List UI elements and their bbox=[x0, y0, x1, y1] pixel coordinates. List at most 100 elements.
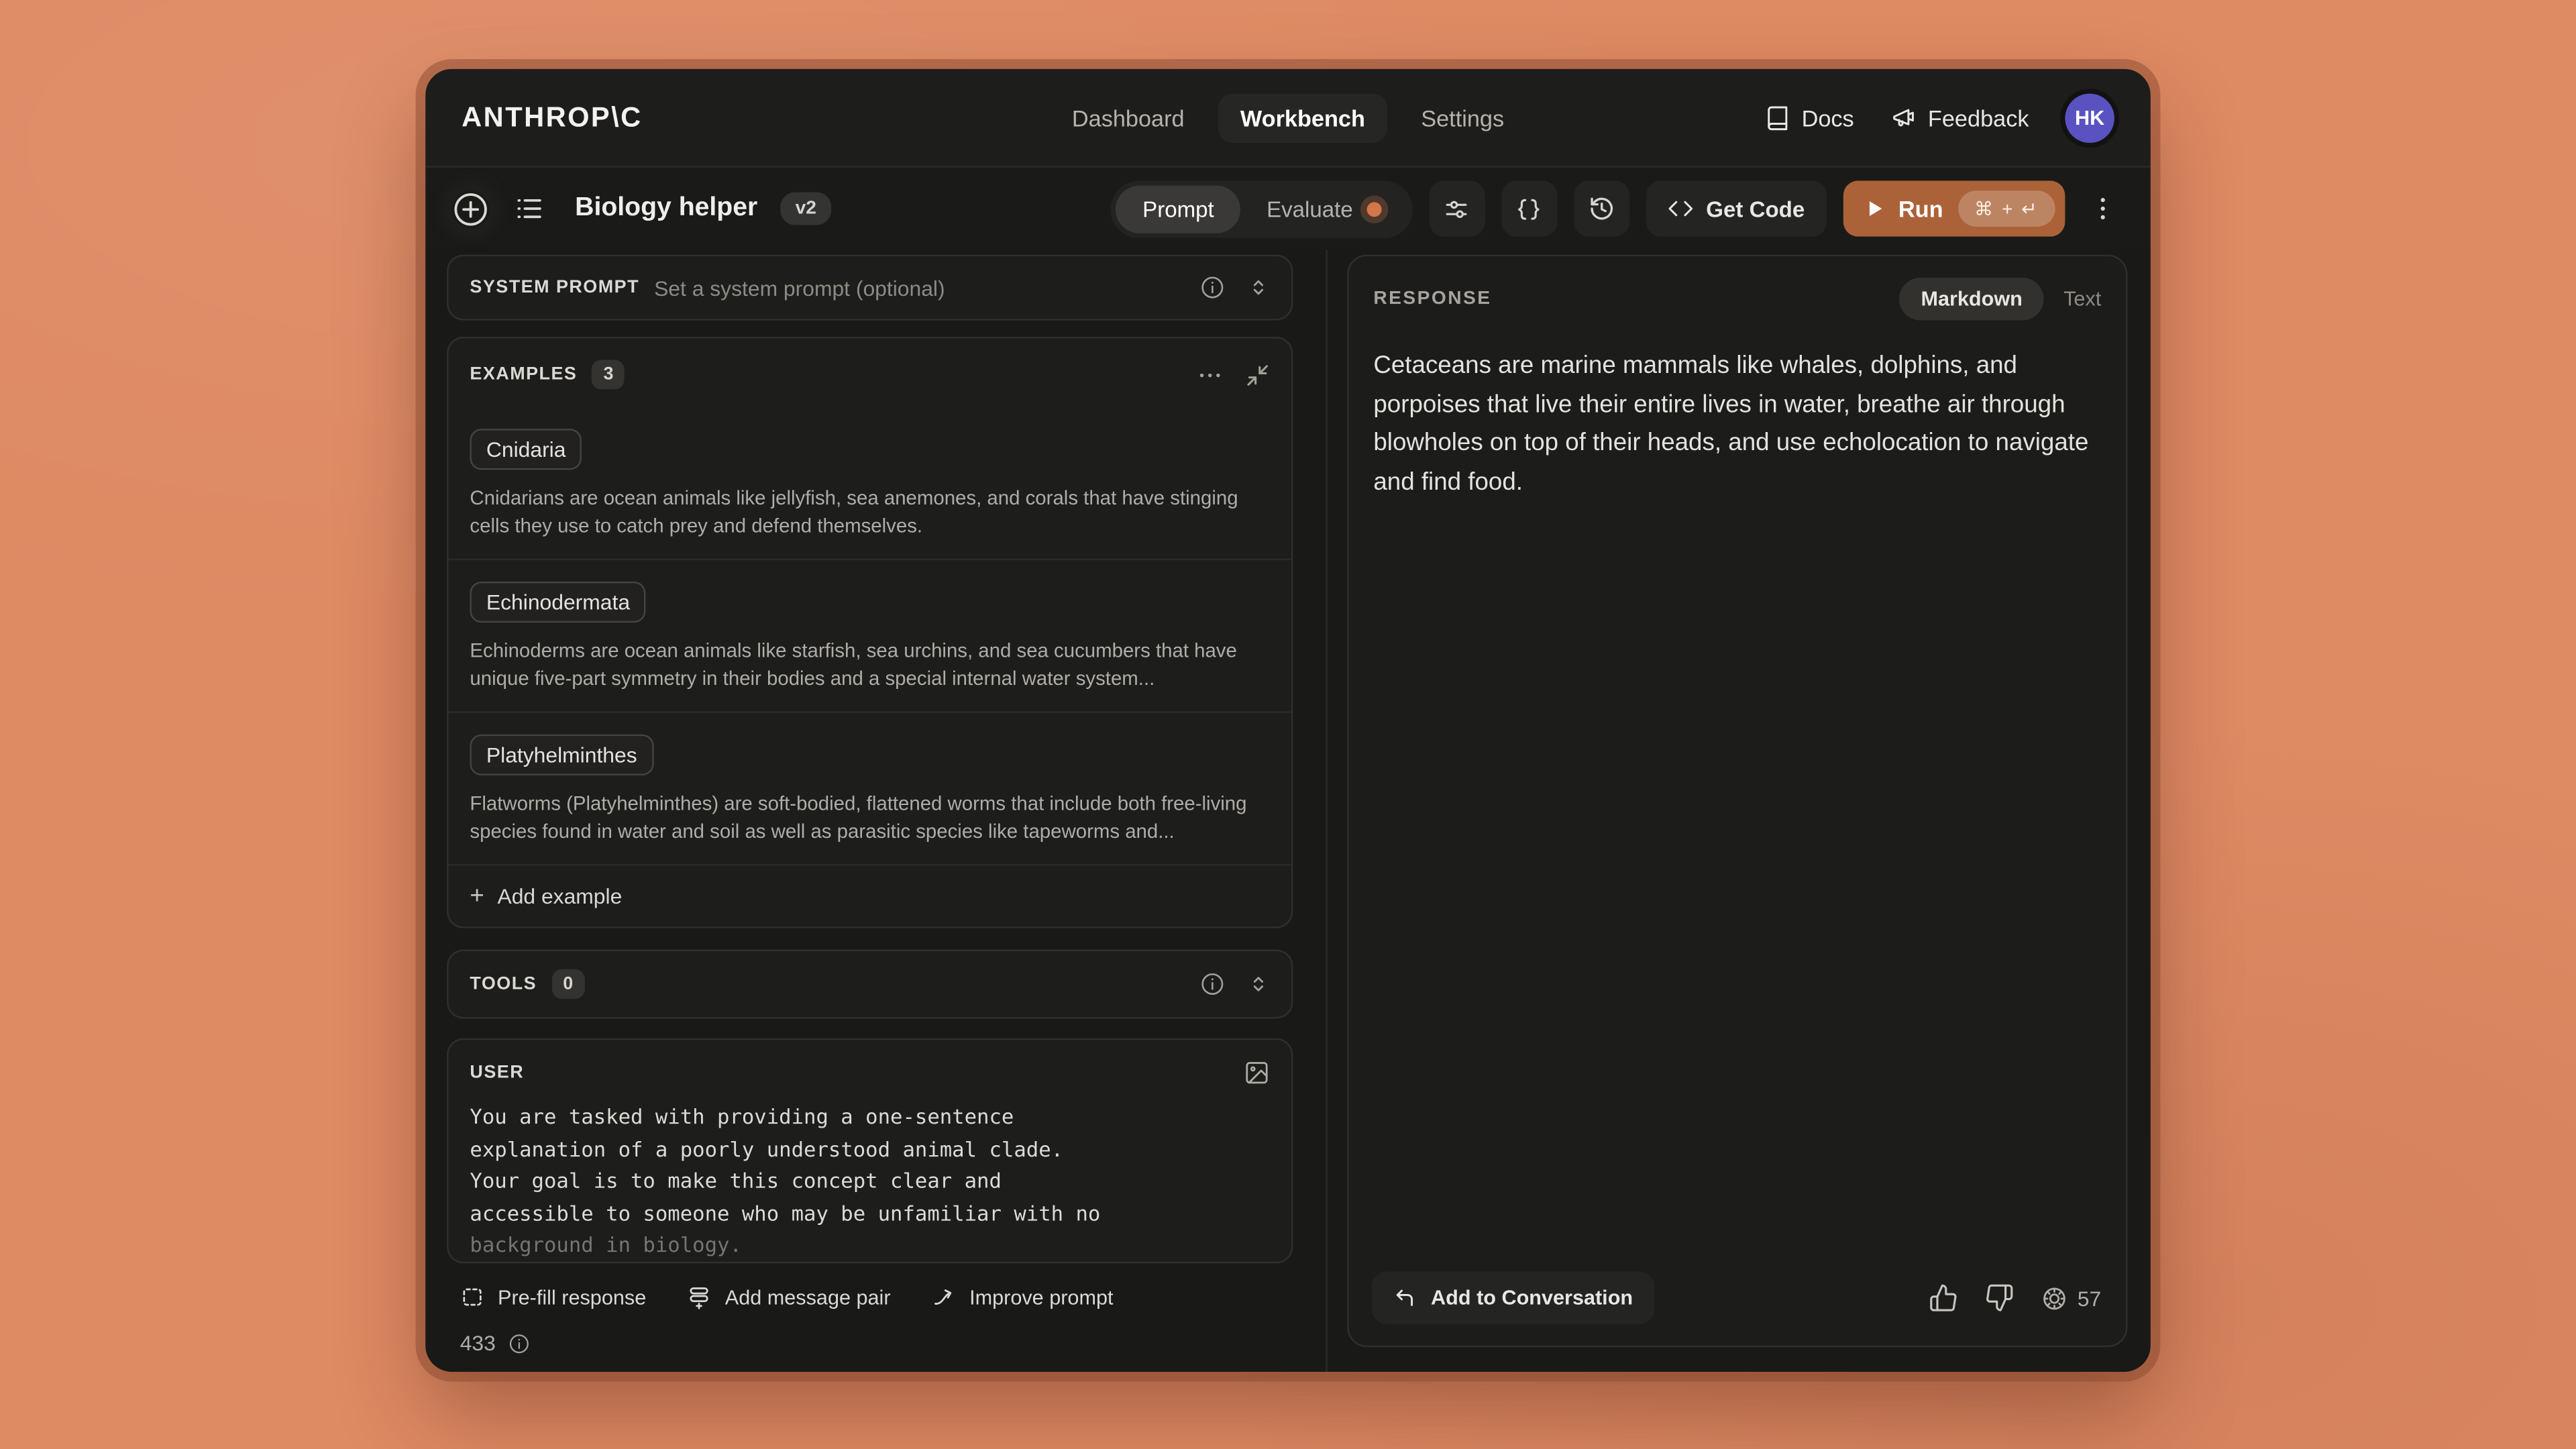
user-text-line: explanation of a poorly understood anima… bbox=[470, 1133, 1270, 1165]
system-prompt-label: SYSTEM PROMPT bbox=[470, 278, 639, 297]
prompt-token-row: 433 bbox=[447, 1331, 1293, 1356]
top-bar: ANTHROP\C Dashboard Workbench Settings D… bbox=[425, 69, 2150, 168]
response-header: RESPONSE Markdown Text bbox=[1373, 278, 2101, 321]
info-icon[interactable] bbox=[1199, 274, 1226, 301]
image-icon[interactable] bbox=[1244, 1060, 1270, 1086]
docs-link[interactable]: Docs bbox=[1764, 105, 1854, 131]
system-prompt-placeholder[interactable]: Set a system prompt (optional) bbox=[654, 275, 945, 300]
expand-icon[interactable] bbox=[1247, 276, 1270, 299]
history-button[interactable] bbox=[1573, 180, 1629, 236]
avatar[interactable]: HK bbox=[2065, 93, 2114, 142]
examples-count-badge: 3 bbox=[592, 360, 625, 389]
feedback-link[interactable]: Feedback bbox=[1890, 105, 2029, 131]
primary-nav: Dashboard Workbench Settings bbox=[1049, 93, 1527, 142]
view-text-button[interactable]: Text bbox=[2063, 288, 2101, 311]
workbench-content: SYSTEM PROMPT Set a system prompt (optio… bbox=[425, 250, 2150, 1372]
prompt-list-icon[interactable] bbox=[513, 193, 545, 225]
response-card: RESPONSE Markdown Text Cetaceans are mar… bbox=[1347, 255, 2127, 1348]
run-label: Run bbox=[1898, 195, 1943, 221]
response-label: RESPONSE bbox=[1373, 289, 1491, 309]
user-message-header: USER bbox=[470, 1060, 1270, 1086]
new-prompt-button[interactable] bbox=[451, 190, 489, 227]
history-icon bbox=[1587, 194, 1616, 223]
selection-box-icon bbox=[460, 1285, 485, 1309]
tab-evaluate[interactable]: Evaluate bbox=[1240, 185, 1407, 233]
nav-workbench[interactable]: Workbench bbox=[1218, 93, 1389, 142]
prompt-token-count: 433 bbox=[460, 1331, 496, 1356]
code-icon bbox=[1667, 195, 1693, 221]
user-text-line: background in biology. bbox=[470, 1229, 1270, 1261]
examples-actions bbox=[1196, 361, 1270, 389]
add-to-conversation-button[interactable]: Add to Conversation bbox=[1372, 1272, 1654, 1324]
system-prompt-actions bbox=[1199, 274, 1270, 301]
prompt-footer: Pre-fill response Add message pair Impro… bbox=[447, 1285, 1293, 1309]
variables-button[interactable] bbox=[1501, 180, 1556, 236]
example-item[interactable]: Cnidaria Cnidarians are ocean animals li… bbox=[449, 407, 1291, 558]
tools-label: TOOLS bbox=[470, 974, 537, 994]
message-pair-icon bbox=[687, 1285, 712, 1309]
prompt-title[interactable]: Biology helper bbox=[575, 194, 757, 223]
examples-label: EXAMPLES bbox=[470, 365, 577, 384]
prompt-pane: SYSTEM PROMPT Set a system prompt (optio… bbox=[425, 250, 1327, 1372]
workbench-toolbar: Biology helper v2 Prompt Evaluate bbox=[425, 168, 2150, 250]
example-chip[interactable]: Platyhelminthes bbox=[470, 735, 653, 775]
expand-icon[interactable] bbox=[1247, 973, 1270, 996]
user-message-card[interactable]: USER You are tasked with providing a one… bbox=[447, 1038, 1293, 1264]
sliders-icon bbox=[1442, 195, 1470, 223]
thumbs-down-icon[interactable] bbox=[1984, 1283, 2013, 1313]
more-options-button[interactable] bbox=[2082, 194, 2125, 223]
version-badge[interactable]: v2 bbox=[781, 193, 831, 225]
anthropic-logo: ANTHROP\C bbox=[462, 101, 643, 134]
run-button[interactable]: Run ⌘ + ↵ bbox=[1843, 180, 2065, 236]
info-icon[interactable] bbox=[507, 1332, 530, 1354]
user-text-line: You are tasked with providing a one-sent… bbox=[470, 1101, 1270, 1133]
example-chip[interactable]: Cnidaria bbox=[470, 429, 582, 470]
prefill-response-button[interactable]: Pre-fill response bbox=[460, 1285, 647, 1309]
topbar-actions: Docs Feedback HK bbox=[1764, 93, 2114, 142]
mode-tabs: Prompt Evaluate bbox=[1112, 180, 1412, 237]
get-code-label: Get Code bbox=[1706, 197, 1805, 221]
model-settings-button[interactable] bbox=[1428, 180, 1484, 236]
collapse-icon[interactable] bbox=[1245, 362, 1270, 387]
user-text-line: accessible to someone who may be unfamil… bbox=[470, 1197, 1270, 1229]
add-message-pair-button[interactable]: Add message pair bbox=[687, 1285, 890, 1309]
user-label: USER bbox=[470, 1063, 524, 1082]
examples-header: EXAMPLES 3 bbox=[449, 338, 1291, 407]
ellipsis-icon[interactable] bbox=[1196, 361, 1224, 389]
evaluate-status-dot bbox=[1366, 201, 1381, 216]
tools-count-badge: 0 bbox=[551, 969, 584, 999]
improve-prompt-button[interactable]: Improve prompt bbox=[932, 1285, 1114, 1309]
view-markdown-button[interactable]: Markdown bbox=[1900, 278, 2044, 321]
example-text: Cnidarians are ocean animals like jellyf… bbox=[470, 484, 1270, 540]
feedback-label: Feedback bbox=[1928, 105, 2029, 131]
token-chip-icon bbox=[2039, 1284, 2068, 1312]
improve-label: Improve prompt bbox=[969, 1285, 1113, 1308]
example-chip[interactable]: Echinodermata bbox=[470, 582, 646, 623]
example-text: Echinoderms are ocean animals like starf… bbox=[470, 637, 1270, 693]
add-pair-label: Add message pair bbox=[725, 1285, 891, 1308]
prefill-label: Pre-fill response bbox=[498, 1285, 646, 1308]
example-item[interactable]: Echinodermata Echinoderms are ocean anim… bbox=[449, 559, 1291, 712]
response-pane: RESPONSE Markdown Text Cetaceans are mar… bbox=[1328, 250, 2151, 1372]
improve-arrow-icon bbox=[932, 1285, 957, 1309]
braces-icon bbox=[1515, 195, 1543, 223]
user-message-text[interactable]: You are tasked with providing a one-sent… bbox=[470, 1101, 1270, 1261]
nav-dashboard[interactable]: Dashboard bbox=[1049, 93, 1208, 142]
example-text: Flatworms (Platyhelminthes) are soft-bod… bbox=[470, 790, 1270, 846]
plus-icon: + bbox=[470, 884, 484, 909]
thumbs-up-icon[interactable] bbox=[1928, 1283, 1957, 1313]
example-item[interactable]: Platyhelminthes Flatworms (Platyhelminth… bbox=[449, 711, 1291, 864]
tab-prompt[interactable]: Prompt bbox=[1116, 185, 1240, 233]
info-icon[interactable] bbox=[1199, 971, 1226, 997]
add-example-button[interactable]: + Add example bbox=[449, 864, 1291, 926]
nav-settings[interactable]: Settings bbox=[1398, 93, 1527, 142]
toolbar-left: Biology helper v2 bbox=[451, 190, 831, 227]
response-actions: 57 bbox=[1928, 1283, 2101, 1313]
system-prompt-row[interactable]: SYSTEM PROMPT Set a system prompt (optio… bbox=[447, 255, 1293, 321]
tab-prompt-label: Prompt bbox=[1142, 197, 1214, 221]
tab-evaluate-label: Evaluate bbox=[1267, 197, 1353, 221]
response-token-row: 57 bbox=[2039, 1284, 2101, 1312]
get-code-button[interactable]: Get Code bbox=[1646, 180, 1826, 236]
add-to-conversation-label: Add to Conversation bbox=[1431, 1287, 1633, 1309]
tools-row[interactable]: TOOLS 0 bbox=[447, 950, 1293, 1019]
